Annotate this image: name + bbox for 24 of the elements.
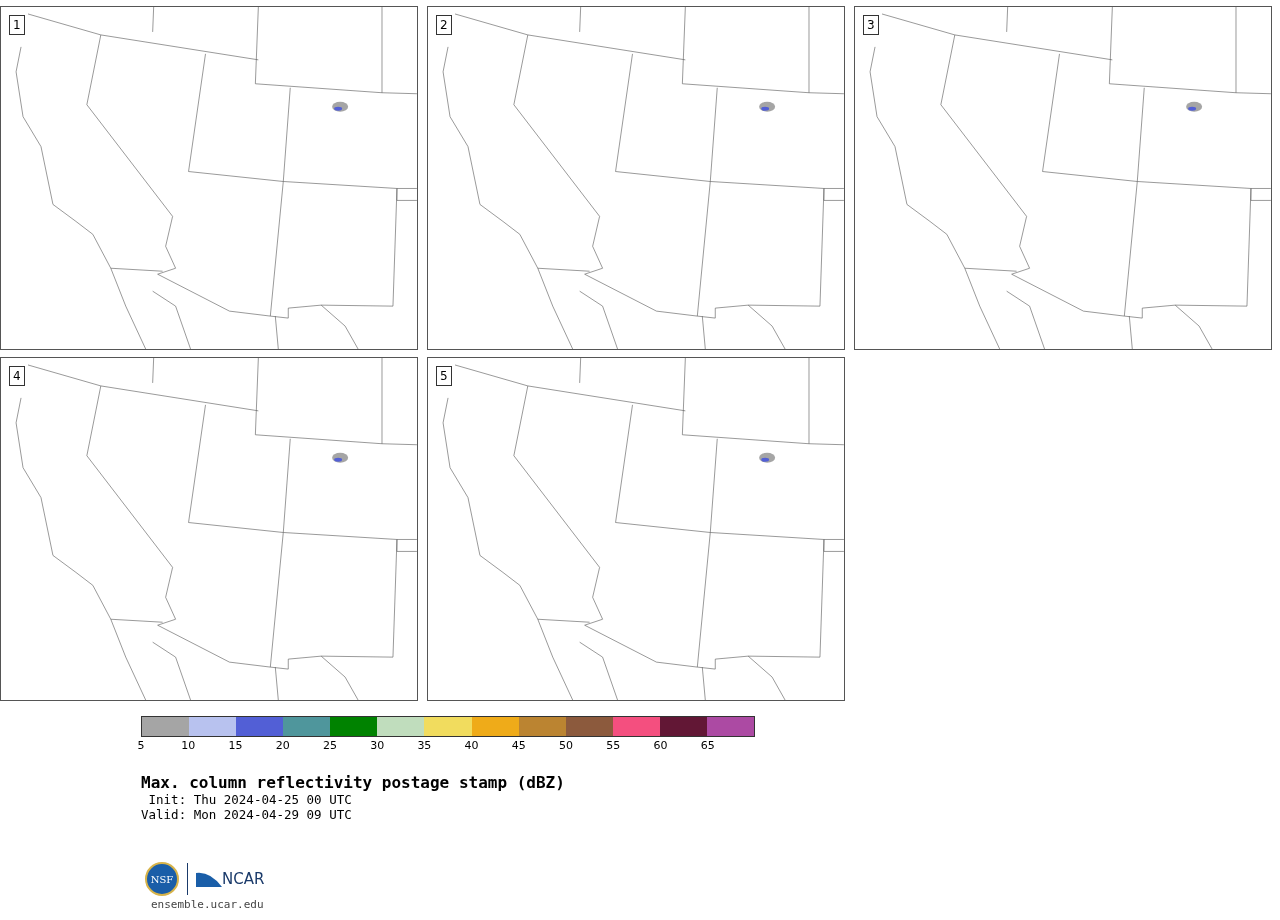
- tick-label: 5: [137, 739, 145, 752]
- seal-logo: NSF: [145, 862, 179, 896]
- tick-label: 10: [181, 739, 196, 752]
- ncar-logo: NCAR: [222, 870, 265, 888]
- tick-label: 45: [511, 739, 526, 752]
- tick-label: 40: [464, 739, 479, 752]
- tick-label: 35: [417, 739, 432, 752]
- tick-label: 50: [559, 739, 574, 752]
- panel-number: 2: [436, 15, 452, 35]
- panel-number: 5: [436, 366, 452, 386]
- valid-time: Valid: Mon 2024-04-29 09 UTC: [141, 807, 353, 822]
- tick-label: 20: [275, 739, 290, 752]
- tick-label: 30: [370, 739, 385, 752]
- panel-number: 1: [9, 15, 25, 35]
- panel-number: 3: [863, 15, 879, 35]
- site-url: ensemble.ucar.edu: [151, 898, 265, 911]
- tick-label: 55: [606, 739, 621, 752]
- tick-label: 60: [653, 739, 668, 752]
- init-time: Init: Thu 2024-04-25 00 UTC: [147, 792, 353, 807]
- tick-label: 25: [322, 739, 337, 752]
- tick-label: 65: [700, 739, 715, 752]
- chart-title: Max. column reflectivity postage stamp (dBZ): [141, 773, 566, 792]
- panel-number: 4: [9, 366, 25, 386]
- tick-label: 15: [228, 739, 243, 752]
